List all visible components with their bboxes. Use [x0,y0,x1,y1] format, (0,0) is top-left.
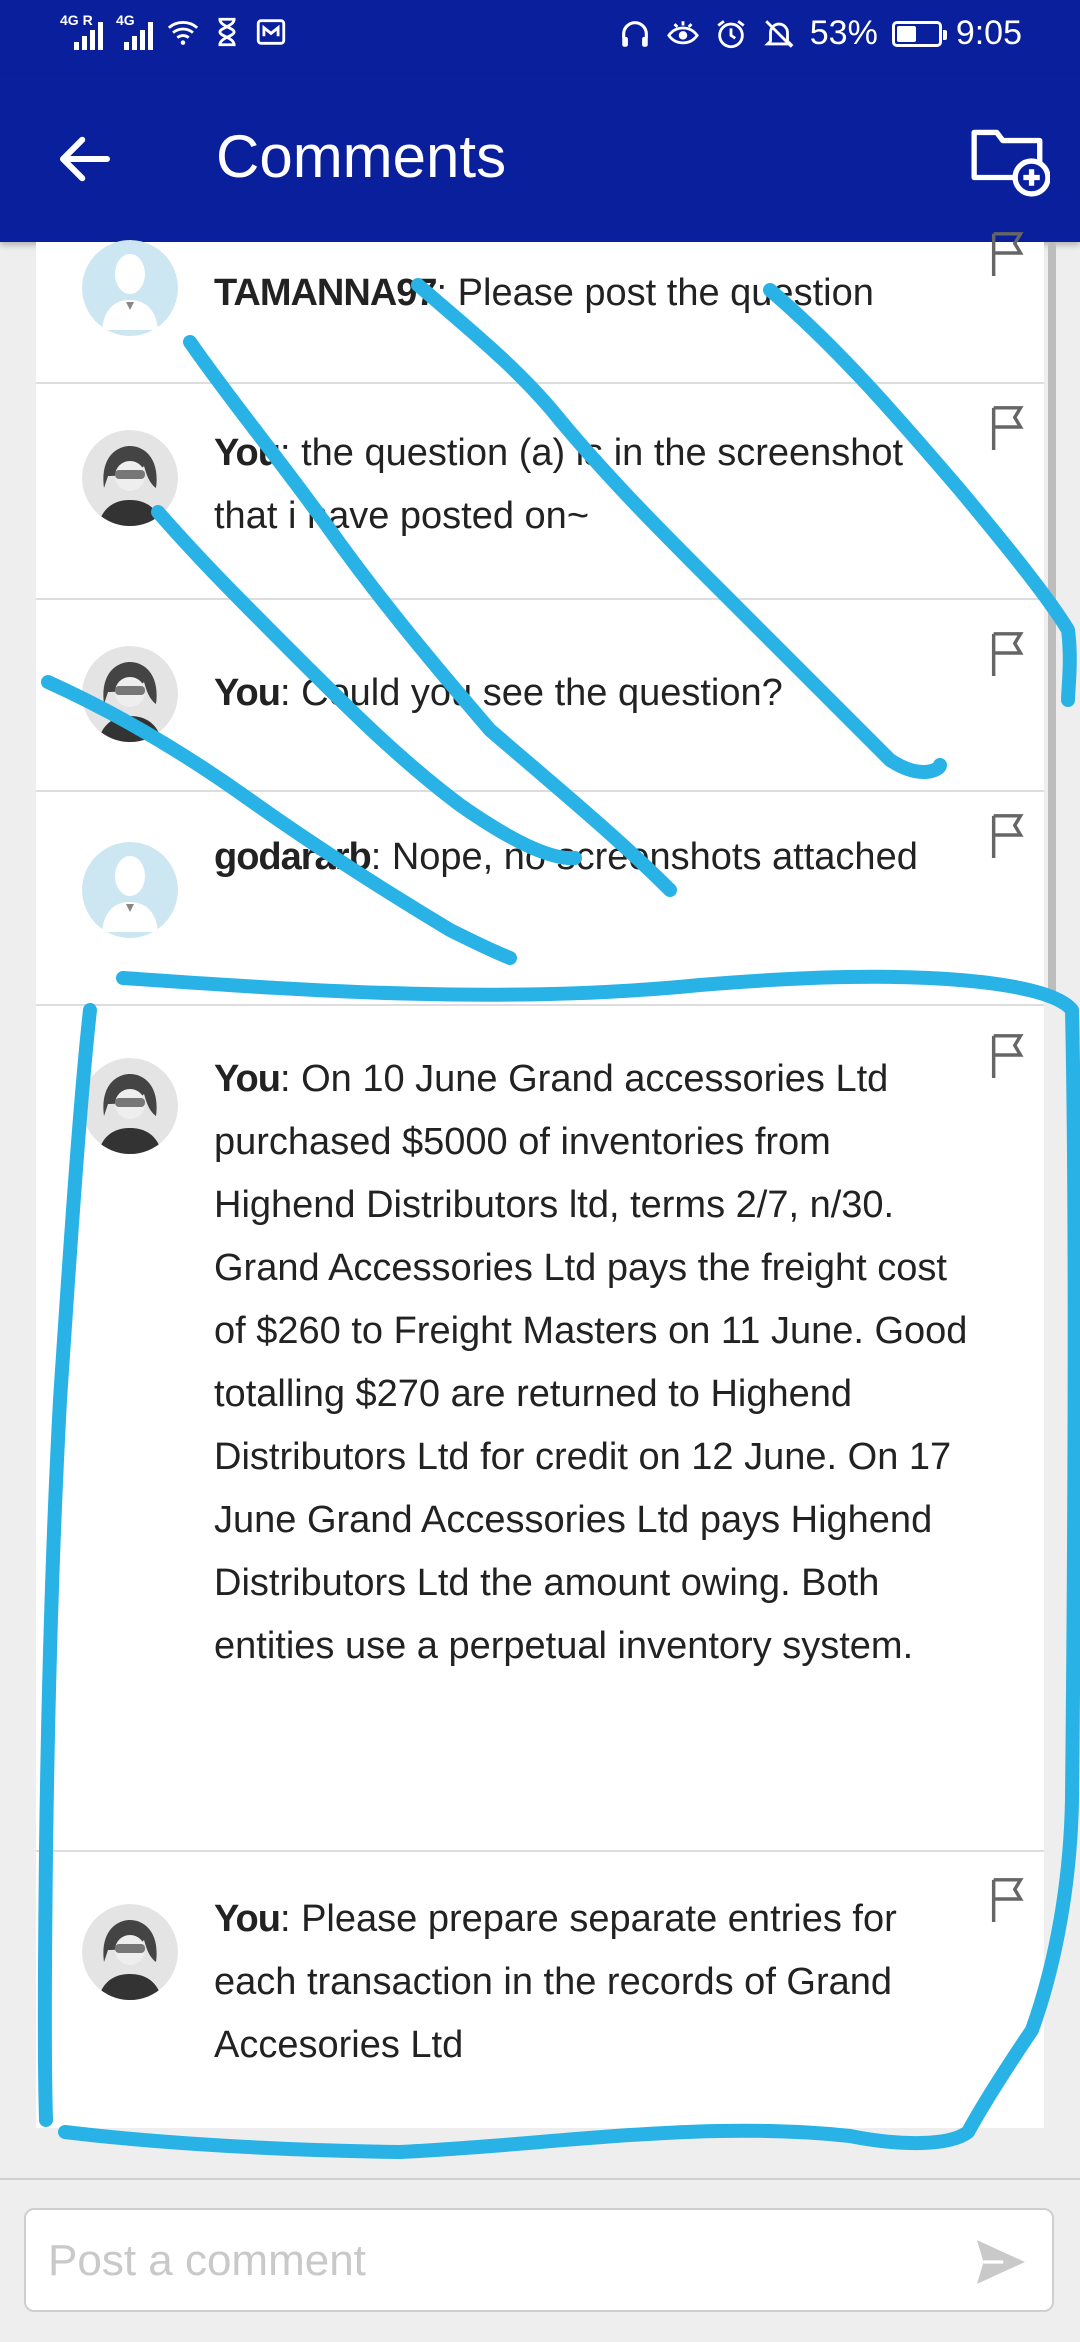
eye-icon [666,20,699,44]
comment-composer [24,2208,1054,2312]
comment-text: You: the question (a) is in the screensh… [214,432,904,537]
back-arrow-icon[interactable] [52,126,118,192]
scrollbar[interactable] [1048,242,1056,1002]
signal-icon-2: 4G [116,12,156,50]
status-bar: 4G R 4G 53% 9:05 [0,0,1080,76]
comment-body: Please prepare separate entries for each… [214,1898,897,2066]
flag-icon[interactable] [986,1874,1032,1924]
comments-list: TAMANNA97: Please post the question You:… [36,232,1044,2128]
mail-icon [256,19,286,45]
avatar [82,646,178,742]
clock: 9:05 [955,14,1022,52]
comment-item[interactable]: You: Could you see the question? [36,600,1044,792]
bell-off-icon [763,19,794,48]
comment-body: Please post the question [457,272,874,314]
comment-author: You [214,1898,281,1940]
flag-icon[interactable] [986,1030,1032,1080]
battery-percent: 53% [809,14,878,52]
network1-label: 4G R [60,12,93,28]
signal-icon: 4G R [60,12,106,50]
comment-text: TAMANNA97: Please post the question [214,272,874,314]
headphones-icon [621,20,648,47]
comment-body: Could you see the question? [301,672,783,714]
avatar [82,1058,178,1154]
app-bar: Comments [0,76,1080,242]
avatar [82,240,178,336]
comment-author: You [214,432,281,474]
comment-text: You: Please prepare separate entries for… [214,1898,897,2066]
comment-author: You [214,1058,281,1100]
comment-text: godararb: Nope, no screenshots attached [214,836,918,878]
network2-label: 4G [116,12,135,28]
page-title: Comments [216,123,507,190]
alarm-icon [717,19,745,48]
avatar [82,842,178,938]
comment-author: TAMANNA97 [214,272,438,314]
comment-author: You [214,672,281,714]
comment-body: On 10 June Grand accessories Ltd purchas… [214,1058,968,1667]
flag-icon[interactable] [986,402,1032,452]
avatar [82,430,178,526]
flag-icon[interactable] [986,228,1032,278]
avatar [82,1904,178,2000]
comment-body: the question (a) is in the screenshot th… [214,432,904,537]
flag-icon[interactable] [986,810,1032,860]
wifi-icon [167,21,199,45]
comment-item[interactable]: TAMANNA97: Please post the question [36,232,1044,384]
comment-item[interactable]: You: On 10 June Grand accessories Ltd pu… [36,1006,1044,1852]
flag-icon[interactable] [986,628,1032,678]
comment-item[interactable]: godararb: Nope, no screenshots attached [36,792,1044,1006]
comment-author: godararb [214,836,372,878]
comment-text: You: On 10 June Grand accessories Ltd pu… [214,1058,968,1667]
send-icon[interactable] [974,2238,1028,2286]
comment-input[interactable] [46,2222,950,2300]
battery-icon [891,20,947,47]
comment-item[interactable]: You: the question (a) is in the screensh… [36,384,1044,600]
comment-text: You: Could you see the question? [214,672,783,714]
add-folder-icon[interactable] [968,116,1050,198]
comment-body: Nope, no screenshots attached [391,836,918,878]
hourglass-icon [218,17,236,47]
comment-item[interactable]: You: Please prepare separate entries for… [36,1852,1044,2128]
